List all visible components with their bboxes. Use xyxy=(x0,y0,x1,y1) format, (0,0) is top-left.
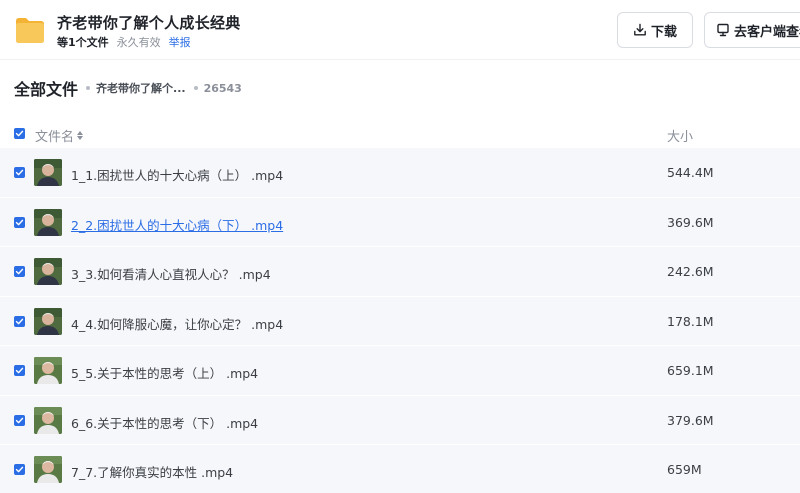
share-header: 齐老带你了解个人成长经典 等1个文件永久有效举报 下载 去客户端查看 xyxy=(0,0,800,60)
table-row[interactable]: 6_6.关于本性的思考（下） .mp4 379.6M xyxy=(0,395,800,445)
open-client-label: 去客户端查看 xyxy=(734,24,800,40)
breadcrumb: 全部文件 齐老带你了解个... 26543 xyxy=(14,76,242,100)
open-client-button[interactable]: 去客户端查看 xyxy=(704,12,800,48)
file-size: 659.1M xyxy=(667,363,714,378)
check-icon xyxy=(15,268,24,275)
check-icon xyxy=(15,417,24,423)
row-checkbox[interactable] xyxy=(14,464,25,475)
breadcrumb-separator xyxy=(86,86,91,90)
validity-label: 永久有效 xyxy=(116,36,161,49)
video-thumbnail xyxy=(34,406,62,434)
folder-icon xyxy=(16,18,44,43)
check-icon xyxy=(15,219,24,225)
file-size: 369.6M xyxy=(667,214,714,230)
file-size: 242.6M xyxy=(667,264,714,279)
file-name[interactable]: 2_2.困扰世人的十大心病（下） .mp4 xyxy=(71,215,283,234)
table-row[interactable]: 1_1.困扰世人的十大心病（上） .mp4 544.4M xyxy=(0,148,800,198)
share-title: 齐老带你了解个人成长经典 xyxy=(57,14,241,32)
download-label: 下载 xyxy=(651,24,678,40)
check-icon xyxy=(15,169,24,176)
sort-icon xyxy=(77,131,84,140)
check-icon xyxy=(15,318,24,324)
breadcrumb-root[interactable]: 全部文件 xyxy=(14,76,78,100)
check-icon xyxy=(15,130,24,137)
file-size: 178.1M xyxy=(667,313,714,329)
file-name[interactable]: 3_3.如何看清人心直视人心？ .mp4 xyxy=(71,264,271,283)
report-link[interactable]: 举报 xyxy=(169,36,191,49)
monitor-icon xyxy=(717,23,729,37)
row-checkbox[interactable] xyxy=(14,365,25,376)
file-size: 544.4M xyxy=(667,165,714,180)
video-thumbnail xyxy=(34,159,62,186)
video-thumbnail xyxy=(34,456,62,483)
breadcrumb-folder[interactable]: 齐老带你了解个... xyxy=(96,80,186,96)
table-row[interactable]: 4_4.如何降服心魔，让你心定？ .mp4 178.1M xyxy=(0,296,800,346)
download-button[interactable]: 下载 xyxy=(617,12,693,48)
check-icon xyxy=(15,367,24,374)
video-thumbnail xyxy=(34,258,62,285)
select-all-checkbox[interactable] xyxy=(14,128,25,139)
row-checkbox[interactable] xyxy=(14,266,25,277)
row-checkbox[interactable] xyxy=(14,216,25,228)
video-thumbnail xyxy=(34,307,62,335)
column-name-header[interactable]: 文件名 xyxy=(35,126,84,145)
file-list: 1_1.困扰世人的十大心病（上） .mp4 544.4M 2_2.困扰世人的十大… xyxy=(0,148,800,493)
file-name[interactable]: 4_4.如何降服心魔，让你心定？ .mp4 xyxy=(71,314,283,333)
row-checkbox[interactable] xyxy=(14,414,25,426)
check-icon xyxy=(15,466,24,473)
table-row[interactable]: 3_3.如何看清人心直视人心？ .mp4 242.6M xyxy=(0,247,800,297)
row-checkbox[interactable] xyxy=(14,315,25,327)
breadcrumb-separator xyxy=(193,86,198,90)
table-row[interactable]: 2_2.困扰世人的十大心病（下） .mp4 369.6M xyxy=(0,197,800,247)
share-meta: 等1个文件 永久有效 举报 xyxy=(57,34,191,50)
column-size-header[interactable]: 大小 xyxy=(667,126,693,145)
file-size: 379.6M xyxy=(667,412,714,428)
download-icon xyxy=(634,23,646,36)
file-size: 659M xyxy=(667,462,702,477)
column-name-label: 文件名 xyxy=(35,130,75,145)
table-header: 文件名 大小 xyxy=(0,120,800,148)
file-name[interactable]: 6_6.关于本性的思考（下） .mp4 xyxy=(71,413,258,432)
file-name[interactable]: 1_1.困扰世人的十大心病（上） .mp4 xyxy=(71,165,283,184)
table-row[interactable]: 7_7.了解你真实的本性 .mp4 659M xyxy=(0,445,800,493)
file-count: 等1个文件 xyxy=(57,36,109,49)
file-name[interactable]: 7_7.了解你真实的本性 .mp4 xyxy=(71,462,233,481)
row-checkbox[interactable] xyxy=(14,167,25,178)
table-row[interactable]: 5_5.关于本性的思考（上） .mp4 659.1M xyxy=(0,346,800,396)
video-thumbnail xyxy=(34,357,62,384)
breadcrumb-current: 26543 xyxy=(203,81,242,95)
video-thumbnail xyxy=(34,208,62,236)
file-name[interactable]: 5_5.关于本性的思考（上） .mp4 xyxy=(71,363,258,382)
